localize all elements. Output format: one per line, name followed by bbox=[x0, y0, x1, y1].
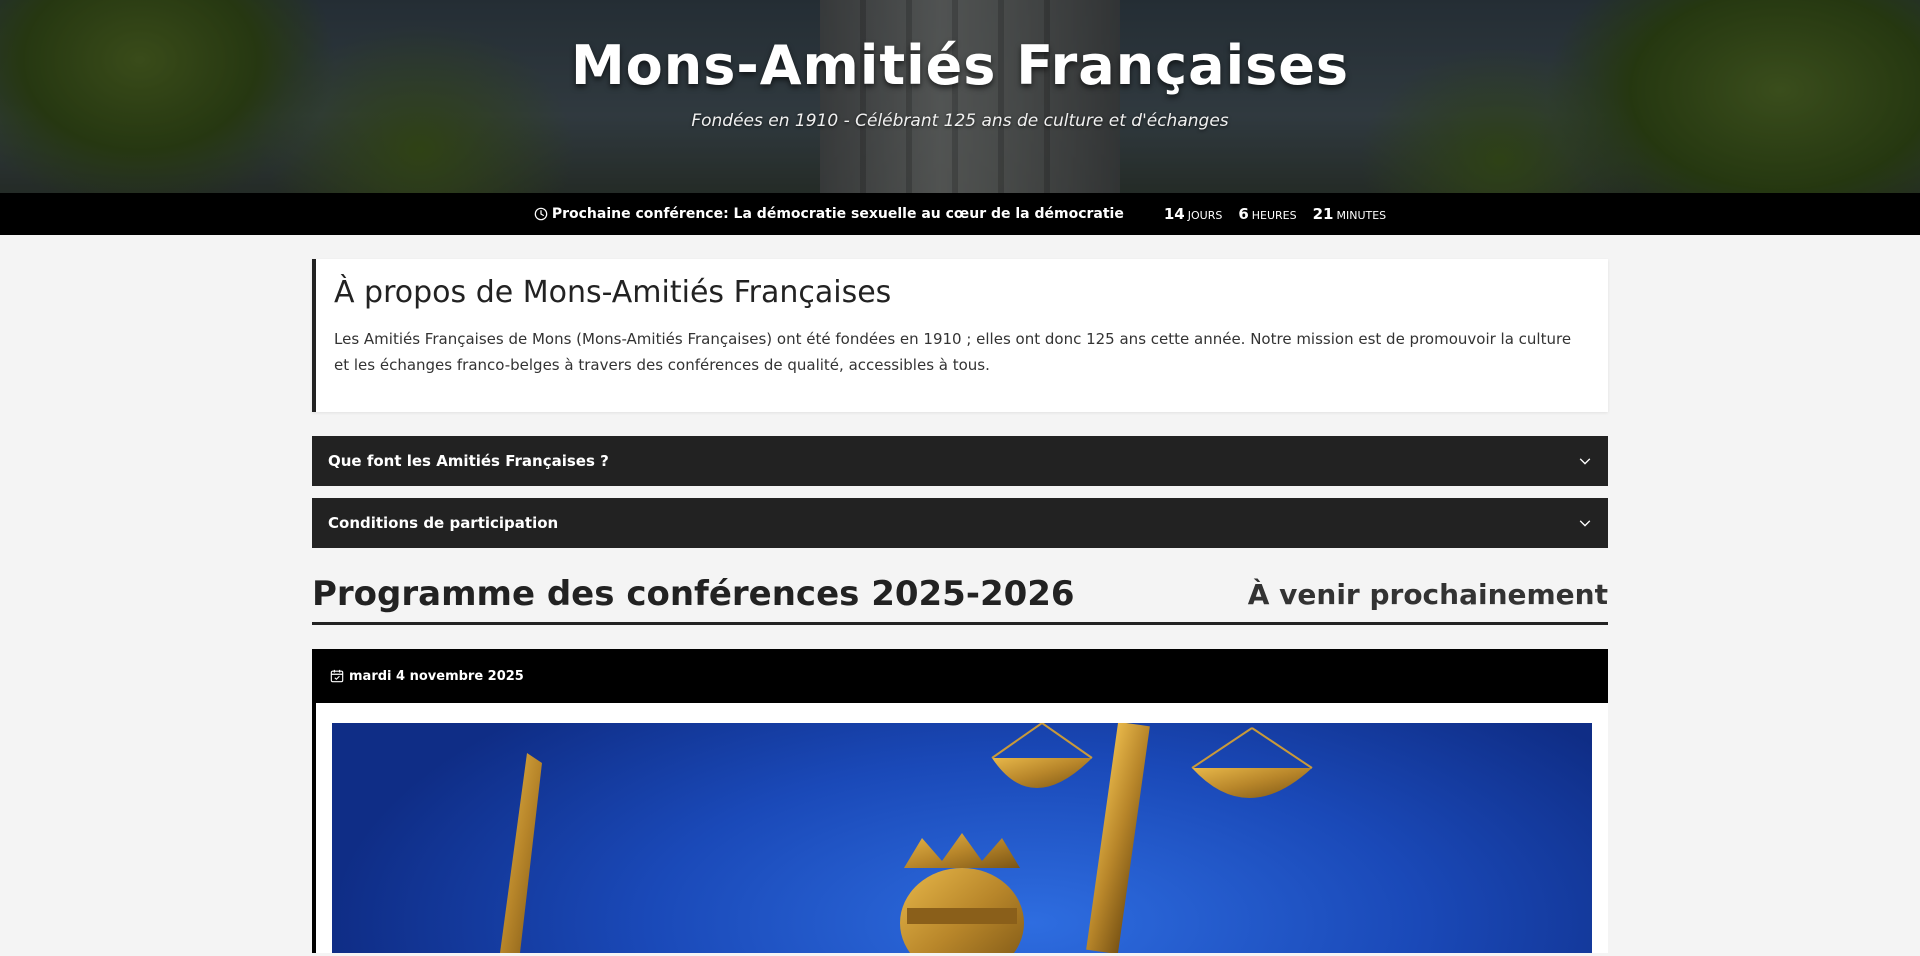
countdown-minutes: 21 MINUTES bbox=[1312, 205, 1387, 223]
next-conference-label: Prochaine conférence: La démocratie sexu… bbox=[551, 206, 1124, 222]
event-card[interactable]: mardi 4 novembre 2025 bbox=[312, 649, 1608, 953]
accordion-label: Que font les Amitiés Françaises ? bbox=[328, 452, 609, 470]
event-image-justice-statue[interactable] bbox=[332, 723, 1592, 953]
site-title: Mons-Amitiés Françaises bbox=[570, 34, 1350, 97]
countdown-hours: 6 HEURES bbox=[1238, 205, 1297, 223]
program-title: Programme des conférences 2025-2026 bbox=[312, 574, 1075, 614]
justice-statue-illustration bbox=[500, 723, 1313, 953]
about-text: Les Amitiés Françaises de Mons (Mons-Ami… bbox=[334, 330, 1572, 374]
accordion-participation[interactable]: Conditions de participation bbox=[312, 498, 1608, 548]
calendar-icon bbox=[330, 669, 344, 683]
chevron-down-icon bbox=[1579, 520, 1591, 527]
clock-icon bbox=[534, 207, 548, 221]
hero-banner: Mons-Amitiés Françaises Fondées en 1910 … bbox=[0, 0, 1920, 193]
about-section: À propos de Mons-Amitiés Françaises Les … bbox=[312, 259, 1608, 412]
about-title: À propos de Mons-Amitiés Françaises bbox=[334, 275, 892, 310]
upcoming-label: À venir prochainement bbox=[1247, 577, 1608, 611]
event-date: mardi 4 novembre 2025 bbox=[349, 668, 524, 684]
site-subtitle: Fondées en 1910 - Célébrant 125 ans de c… bbox=[691, 111, 1229, 131]
main-content: À propos de Mons-Amitiés Françaises Les … bbox=[312, 259, 1608, 953]
accordion-what-we-do[interactable]: Que font les Amitiés Françaises ? bbox=[312, 436, 1608, 486]
countdown-days: 14 JOURS bbox=[1163, 205, 1223, 223]
event-date-bar: mardi 4 novembre 2025 bbox=[312, 649, 1608, 703]
program-header: Programme des conférences 2025-2026 À ve… bbox=[312, 574, 1608, 625]
chevron-down-icon bbox=[1579, 458, 1591, 465]
countdown-bar: Prochaine conférence: La démocratie sexu… bbox=[0, 193, 1920, 235]
accordion-label: Conditions de participation bbox=[328, 514, 559, 532]
